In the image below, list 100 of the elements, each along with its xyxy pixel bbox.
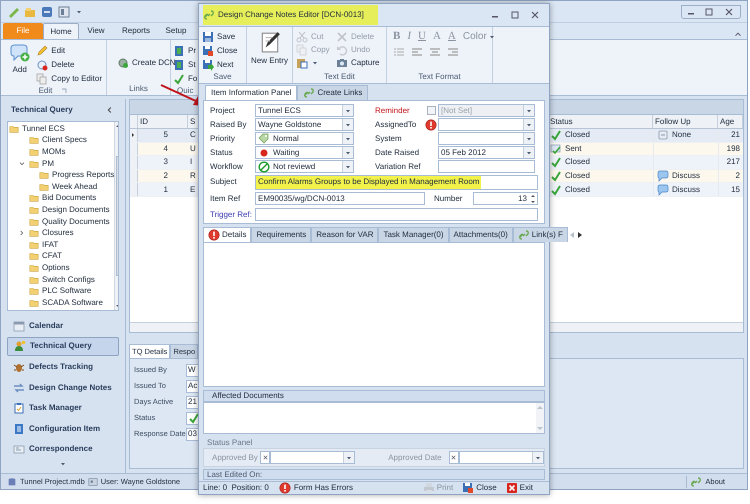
nav-button[interactable]: Task Manager bbox=[7, 398, 119, 418]
row-indicator[interactable] bbox=[130, 129, 138, 142]
tree-item[interactable]: Bid Documents bbox=[42, 192, 96, 204]
folder-icon bbox=[38, 170, 50, 180]
dropdown-field[interactable]: 05 Feb 2012 bbox=[438, 146, 535, 159]
tree-item[interactable]: Progress Reports bbox=[52, 169, 114, 182]
tab[interactable]: Item Information Panel bbox=[205, 85, 298, 100]
tab[interactable]: Task Manager(0) bbox=[378, 227, 449, 242]
tree-item[interactable]: CFAT bbox=[42, 250, 62, 262]
dropdown-field[interactable]: Wayne Goldstone bbox=[255, 118, 354, 131]
table-cell: E bbox=[190, 184, 196, 196]
ribbon-button[interactable]: Copy to Editor bbox=[36, 72, 102, 85]
new-entry-button[interactable]: New Entry bbox=[247, 27, 292, 67]
dropdown-field[interactable] bbox=[459, 451, 544, 464]
ribbon-button[interactable]: Save bbox=[202, 30, 246, 43]
link[interactable]: Trigger Ref: bbox=[210, 208, 255, 220]
bullet-list-icon[interactable] bbox=[393, 46, 405, 58]
nav-button[interactable]: Design Change Notes bbox=[7, 378, 119, 398]
add-button[interactable]: Add bbox=[5, 44, 34, 84]
input-field[interactable] bbox=[438, 160, 535, 173]
checkbox[interactable] bbox=[427, 106, 436, 115]
ribbon-tab[interactable]: Reports bbox=[113, 23, 159, 39]
tree-item[interactable]: Options bbox=[42, 262, 70, 274]
align-right-icon[interactable] bbox=[447, 46, 459, 58]
tree-item[interactable]: Switch Configs bbox=[42, 274, 95, 286]
tab[interactable]: Details bbox=[203, 227, 252, 242]
number-spinner[interactable]: 13 bbox=[473, 192, 538, 205]
column-header[interactable]: Age bbox=[720, 116, 734, 128]
nav-button[interactable]: Configuration Item bbox=[7, 418, 119, 439]
input-field[interactable]: 21 bbox=[186, 396, 198, 408]
ribbon-button[interactable]: Delete bbox=[36, 58, 102, 71]
ribbon-button[interactable]: Close bbox=[202, 44, 246, 57]
input-field[interactable]: Confirm Alarms Groups to be Displayed in Management Room bbox=[255, 174, 538, 190]
nav-button[interactable]: Defects Tracking bbox=[7, 357, 119, 377]
dropdown-field[interactable]: Normal bbox=[255, 132, 354, 145]
folder-toolbar-icon[interactable] bbox=[24, 6, 36, 18]
tree-item[interactable]: MOMs bbox=[42, 146, 66, 158]
footer-button[interactable]: Close bbox=[459, 482, 500, 494]
clear-button[interactable] bbox=[448, 451, 460, 464]
ribbon-tab[interactable]: Home bbox=[43, 23, 79, 39]
input-field[interactable] bbox=[186, 412, 198, 424]
ribbon-button[interactable]: Fo bbox=[173, 72, 198, 85]
tree-item[interactable]: Week Ahead bbox=[52, 180, 98, 193]
tree-item[interactable]: SCADA Software bbox=[42, 296, 103, 309]
column-header[interactable]: ID bbox=[140, 116, 148, 128]
input-field[interactable] bbox=[255, 208, 538, 221]
tab[interactable]: Reason for VAR bbox=[311, 227, 378, 242]
column-header[interactable]: Follow Up bbox=[655, 116, 691, 128]
column-header[interactable]: S bbox=[190, 116, 196, 128]
tree-item[interactable]: IFAT bbox=[42, 238, 58, 251]
clear-button[interactable] bbox=[260, 451, 270, 464]
dropdown-field[interactable]: Tunnel ECS bbox=[255, 104, 354, 117]
tab[interactable]: Attachments(0) bbox=[448, 227, 513, 242]
input-field[interactable]: 03 bbox=[186, 428, 198, 440]
dropdown-field[interactable] bbox=[270, 451, 356, 464]
expand-chevron-icon[interactable] bbox=[18, 229, 26, 238]
layout-toolbar-icon[interactable] bbox=[58, 6, 70, 18]
ribbon-button[interactable]: Next bbox=[202, 58, 246, 71]
align-center-icon[interactable] bbox=[429, 46, 441, 58]
ribbon-button[interactable]: Edit bbox=[36, 44, 102, 57]
tree-item[interactable]: PM bbox=[42, 158, 54, 170]
tree-item[interactable]: PLC Software bbox=[42, 285, 92, 298]
tab[interactable]: Requirements bbox=[251, 227, 312, 242]
expand-chevron-icon[interactable] bbox=[18, 160, 26, 168]
field-label: Status bbox=[210, 146, 234, 158]
dropdown-field[interactable] bbox=[438, 118, 535, 131]
ribbon-tab[interactable]: View bbox=[79, 23, 113, 39]
tree-item[interactable]: Tunnel ECS bbox=[22, 122, 65, 135]
dropdown-field[interactable] bbox=[438, 132, 535, 145]
column-header[interactable]: Status bbox=[550, 116, 573, 128]
ribbon-button[interactable]: Create DCN bbox=[117, 56, 176, 69]
input-field[interactable]: Ac bbox=[186, 380, 198, 392]
align-left-icon[interactable] bbox=[411, 46, 423, 58]
spin-arrows-icon[interactable] bbox=[529, 192, 537, 204]
input-field[interactable]: W bbox=[186, 364, 198, 376]
scroll-right-icon[interactable] bbox=[576, 230, 583, 238]
dropdown-field[interactable]: Not reviewd bbox=[255, 160, 354, 173]
tab[interactable]: Link(s) F bbox=[512, 227, 568, 242]
ribbon-button[interactable]: Capture bbox=[336, 56, 384, 69]
status-text: Form Has Errors bbox=[294, 482, 353, 494]
input-field[interactable]: EM90035/wg/DCN-0013 bbox=[255, 192, 425, 205]
nav-button[interactable]: Technical Query bbox=[7, 336, 119, 356]
tree-item[interactable]: Design Documents bbox=[42, 204, 110, 216]
dropdown-field[interactable]: Waiting bbox=[255, 146, 354, 159]
current-row-icon bbox=[130, 131, 136, 140]
table-cell: Discuss bbox=[672, 184, 700, 196]
field-label: System bbox=[375, 132, 403, 144]
ribbon-tab[interactable]: Setup bbox=[159, 23, 193, 39]
ribbon-button[interactable]: Pr bbox=[173, 44, 198, 57]
tree-item[interactable]: Client Specs bbox=[42, 134, 87, 146]
table-cell: 15 bbox=[718, 183, 743, 196]
footer-button[interactable]: Exit bbox=[502, 482, 536, 494]
nav-button[interactable]: Calendar bbox=[7, 316, 119, 336]
tab[interactable]: Create Links bbox=[297, 85, 368, 100]
pencil-toolbar-icon[interactable] bbox=[7, 6, 19, 18]
tree-item[interactable]: Closures bbox=[42, 227, 74, 240]
folder-icon bbox=[28, 193, 40, 204]
nav-button[interactable]: Correspondence bbox=[7, 440, 119, 460]
tree-item[interactable]: Quality Documents bbox=[42, 216, 110, 228]
bubble-minus-icon bbox=[36, 58, 48, 70]
